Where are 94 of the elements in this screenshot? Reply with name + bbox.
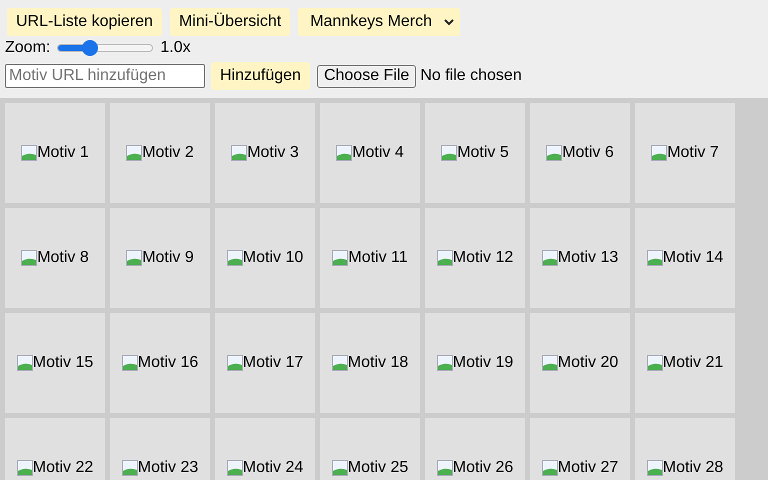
broken-image-icon (336, 145, 352, 161)
broken-image-icon (542, 355, 558, 371)
motif-label: Motiv 8 (37, 248, 89, 268)
motif-tile[interactable]: Motiv 20 (530, 313, 630, 413)
broken-image-icon (441, 145, 458, 161)
motif-tile[interactable]: Motiv 13 (530, 208, 630, 308)
motif-tile[interactable]: Motiv 16 (110, 313, 210, 413)
zoom-label: Zoom: (5, 38, 50, 58)
file-status: No file chosen (420, 66, 522, 86)
motif-tile[interactable]: Motiv 9 (110, 208, 210, 308)
broken-image-icon (226, 460, 243, 476)
broken-image-icon (646, 460, 663, 476)
motif-tile[interactable]: Motiv 14 (635, 208, 735, 308)
broken-image-icon (122, 460, 138, 476)
choose-file-button[interactable]: Choose File (316, 64, 416, 88)
broken-image-icon (332, 460, 348, 476)
motif-label: Motiv 19 (452, 353, 514, 373)
broken-image-icon (231, 145, 248, 161)
motif-label: Motiv 25 (348, 458, 408, 478)
motif-label: Motiv 28 (662, 458, 724, 478)
motif-tile[interactable]: Motiv 25 (320, 418, 420, 480)
broken-image-icon (21, 250, 38, 266)
broken-image-icon (651, 145, 668, 161)
motif-tile[interactable]: Motiv 28 (635, 418, 735, 480)
zoom-value: 1.0x (160, 38, 191, 58)
broken-image-icon (16, 355, 33, 371)
motif-tile[interactable]: Motiv 6 (530, 103, 630, 203)
collection-select[interactable]: Mannkeys Merch (298, 8, 460, 36)
motif-tile[interactable]: Motiv 26 (425, 418, 525, 480)
motif-label: Motiv 14 (662, 248, 724, 268)
motif-label: Motiv 10 (242, 248, 304, 268)
motif-tile[interactable]: Motiv 1 (5, 103, 105, 203)
motif-label: Motiv 21 (662, 353, 724, 373)
broken-image-icon (122, 355, 138, 371)
motif-label: Motiv 16 (138, 353, 198, 373)
motif-tile[interactable]: Motiv 10 (215, 208, 315, 308)
toolbar-button[interactable]: URL-Liste kopieren (7, 8, 162, 36)
motif-label: Motiv 7 (667, 143, 719, 163)
motif-tile[interactable]: Motiv 21 (635, 313, 735, 413)
motif-tile[interactable]: Motiv 23 (110, 418, 210, 480)
motif-tile[interactable]: Motiv 12 (425, 208, 525, 308)
broken-image-icon (126, 250, 142, 266)
motif-label: Motiv 2 (142, 143, 194, 163)
motif-label: Motiv 18 (348, 353, 408, 373)
motif-tile[interactable]: Motiv 19 (425, 313, 525, 413)
broken-image-icon (226, 355, 243, 371)
broken-image-icon (542, 250, 558, 266)
motif-tile[interactable]: Motiv 17 (215, 313, 315, 413)
broken-image-icon (436, 250, 453, 266)
motif-label: Motiv 4 (352, 143, 404, 163)
motif-label: Motiv 17 (242, 353, 304, 373)
broken-image-icon (332, 250, 348, 266)
add-button[interactable]: Hinzufügen (211, 62, 310, 90)
motif-tile[interactable]: Motiv 11 (320, 208, 420, 308)
motif-tile[interactable]: Motiv 3 (215, 103, 315, 203)
broken-image-icon (436, 355, 453, 371)
motif-label: Motiv 13 (558, 248, 618, 268)
motif-label: Motiv 27 (558, 458, 618, 478)
motif-label: Motiv 20 (558, 353, 618, 373)
url-input-field[interactable]: Motiv URL hinzufügen (5, 64, 205, 88)
broken-image-icon (646, 355, 663, 371)
motif-label: Motiv 26 (452, 458, 514, 478)
motif-label: Motiv 24 (242, 458, 304, 478)
motif-label: Motiv 11 (348, 248, 408, 268)
motif-tile[interactable]: Motiv 5 (425, 103, 525, 203)
motif-tile[interactable]: Motiv 24 (215, 418, 315, 480)
chevron-icon (444, 18, 454, 26)
broken-image-icon (542, 460, 558, 476)
motif-tile[interactable]: Motiv 8 (5, 208, 105, 308)
motif-label: Motiv 6 (562, 143, 614, 163)
broken-image-icon (226, 250, 243, 266)
broken-image-icon (546, 145, 562, 161)
motif-label: Motiv 9 (142, 248, 194, 268)
motif-tile[interactable]: Motiv 18 (320, 313, 420, 413)
toolbar-button[interactable]: Mini-Übersicht (170, 8, 290, 36)
broken-image-icon (126, 145, 142, 161)
motif-tile[interactable]: Motiv 4 (320, 103, 420, 203)
broken-image-icon (16, 460, 33, 476)
motif-tile[interactable]: Motiv 2 (110, 103, 210, 203)
motif-tile[interactable]: Motiv 7 (635, 103, 735, 203)
motif-label: Motiv 5 (457, 143, 509, 163)
motif-tile[interactable]: Motiv 22 (5, 418, 105, 480)
motif-label: Motiv 23 (138, 458, 198, 478)
motif-label: Motiv 12 (452, 248, 514, 268)
motif-label: Motiv 3 (247, 143, 299, 163)
motif-tile[interactable]: Motiv 15 (5, 313, 105, 413)
broken-image-icon (332, 355, 348, 371)
motif-label: Motiv 1 (37, 143, 89, 163)
broken-image-icon (436, 460, 453, 476)
motif-label: Motiv 22 (32, 458, 94, 478)
broken-image-icon (646, 250, 663, 266)
broken-image-icon (21, 145, 38, 161)
motif-label: Motiv 15 (32, 353, 94, 373)
motif-tile[interactable]: Motiv 27 (530, 418, 630, 480)
